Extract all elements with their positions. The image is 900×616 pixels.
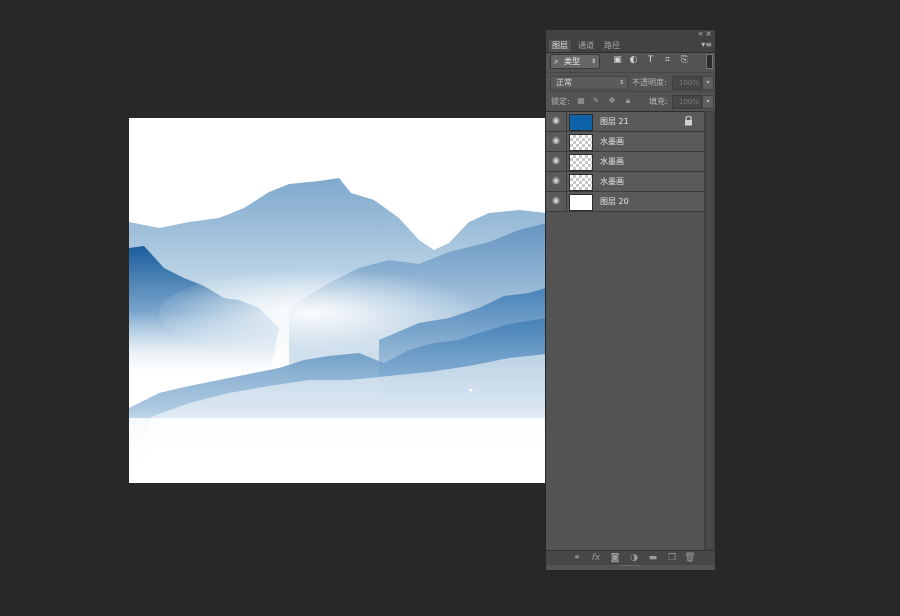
layer-filter-row: ⌕ 类型 ⇕ ▣ ◐ T ⌗ ⎘: [546, 53, 715, 71]
layer-name: 水墨画: [600, 137, 624, 146]
layer-thumbnail: [569, 114, 593, 131]
tab-channels[interactable]: 通道: [575, 40, 597, 52]
shape-filter-icon[interactable]: ⌗: [662, 55, 673, 66]
cursor-marker-icon: [469, 389, 473, 393]
layer-row[interactable]: ◉ 图层 21: [546, 112, 704, 132]
layer-thumbnail: [569, 154, 593, 171]
tab-layers[interactable]: 图层: [549, 40, 571, 52]
smart-object-filter-icon[interactable]: ⎘: [679, 55, 690, 66]
tab-paths[interactable]: 路径: [601, 40, 623, 52]
layer-thumbnail: [569, 134, 593, 151]
layer-name: 图层 20: [600, 197, 629, 206]
lock-row: 锁定: ▦ ✎ ✥ 🔒︎ 填充: 100% ▾: [546, 91, 715, 110]
collapse-panel-icon[interactable]: «: [698, 29, 703, 38]
close-panel-icon[interactable]: ×: [705, 29, 712, 38]
layers-list: ◉ 图层 21 ◉ 水墨画 ◉ 水墨画 ◉ 水墨画 ◉ 图层 20: [546, 111, 704, 551]
panel-bottom-bar: ⚭ fx ◙ ◑ ▬ ❐ 🗑︎: [546, 550, 715, 565]
new-group-icon[interactable]: ▬: [647, 552, 659, 564]
layer-name: 水墨画: [600, 157, 624, 166]
filter-kind-select[interactable]: ⌕ 类型 ⇕: [550, 54, 600, 69]
updown-arrow-icon: ⇕: [618, 79, 624, 86]
fx-icon[interactable]: fx: [590, 552, 602, 564]
adjustment-filter-icon[interactable]: ◐: [628, 55, 639, 66]
layer-row[interactable]: ◉ 水墨画: [546, 152, 704, 172]
document-canvas[interactable]: [129, 118, 546, 483]
lock-transparent-pixels-icon[interactable]: ▦: [576, 96, 586, 106]
blend-mode-select[interactable]: 正常 ⇕: [550, 76, 628, 90]
layer-lock-icon: [685, 116, 692, 126]
blend-row: 正常 ⇕ 不透明度: 100% ▾: [546, 72, 715, 91]
delete-layer-icon[interactable]: 🗑︎: [684, 552, 696, 564]
fill-dropdown-arrow-icon[interactable]: ▾: [702, 95, 714, 109]
add-mask-icon[interactable]: ◙: [609, 552, 621, 564]
opacity-field[interactable]: 100%: [672, 76, 702, 90]
updown-arrow-icon: ⇕: [590, 58, 596, 65]
visibility-eye-icon[interactable]: ◉: [546, 112, 567, 131]
layer-row[interactable]: ◉ 水墨画: [546, 172, 704, 192]
lock-position-icon[interactable]: ✥: [607, 96, 617, 106]
visibility-eye-icon[interactable]: ◉: [546, 152, 567, 171]
adjustment-layer-icon[interactable]: ◑: [628, 552, 640, 564]
panel-resize-grip[interactable]: [620, 565, 640, 568]
layer-row[interactable]: ◉ 水墨画: [546, 132, 704, 152]
panel-title-bar[interactable]: « ×: [546, 29, 715, 39]
search-icon: ⌕: [554, 57, 559, 66]
type-filter-icon[interactable]: T: [645, 55, 656, 66]
layer-name: 水墨画: [600, 177, 624, 186]
ink-wash-mountains-artwork: [129, 178, 546, 483]
layer-row[interactable]: ◉ 图层 20: [546, 192, 704, 212]
blend-mode-value: 正常: [556, 78, 572, 87]
image-filter-icon[interactable]: ▣: [612, 55, 623, 66]
lock-all-icon[interactable]: 🔒︎: [623, 96, 633, 106]
layer-thumbnail: [569, 194, 593, 211]
link-layers-icon[interactable]: ⚭: [571, 552, 583, 564]
filter-toggle-switch[interactable]: [706, 54, 713, 69]
visibility-eye-icon[interactable]: ◉: [546, 172, 567, 191]
panel-tabs: 图层 通道 路径 ▾≡: [546, 39, 715, 53]
lock-label: 锁定:: [551, 97, 570, 106]
opacity-label: 不透明度:: [632, 78, 667, 87]
layers-scrollbar[interactable]: [704, 111, 715, 550]
layer-thumbnail: [569, 174, 593, 191]
lock-image-pixels-icon[interactable]: ✎: [591, 96, 601, 106]
visibility-eye-icon[interactable]: ◉: [546, 192, 567, 211]
fill-label: 填充:: [649, 97, 668, 106]
filter-kind-label: 类型: [564, 57, 580, 66]
scrollbar-thumb[interactable]: [706, 112, 713, 549]
layer-name: 图层 21: [600, 117, 629, 126]
layers-panel: « × 图层 通道 路径 ▾≡ ⌕ 类型 ⇕ ▣ ◐ T ⌗ ⎘ 正常 ⇕ 不透…: [546, 29, 715, 570]
visibility-eye-icon[interactable]: ◉: [546, 132, 567, 151]
panel-menu-icon[interactable]: ▾≡: [701, 40, 712, 49]
fill-field[interactable]: 100%: [672, 95, 702, 109]
opacity-dropdown-arrow-icon[interactable]: ▾: [702, 76, 714, 90]
new-layer-icon[interactable]: ❐: [666, 552, 678, 564]
